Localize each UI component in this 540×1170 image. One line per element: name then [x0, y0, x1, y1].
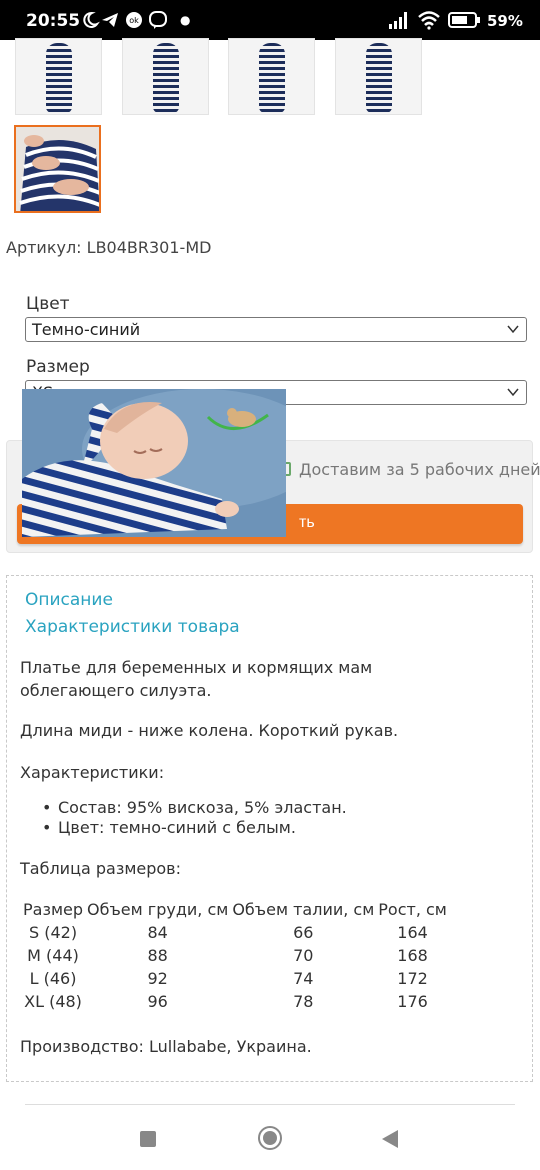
table-cell: 78 — [293, 992, 314, 1011]
table-cell: 176 — [397, 992, 428, 1011]
status-bar: 20:55 ok ● 59% — [0, 0, 540, 40]
description-paragraph-2: Длина миди - ниже колена. Короткий рукав… — [20, 721, 399, 740]
table-cell: 164 — [397, 923, 428, 942]
list-item: Цвет: темно-синий с белым. — [42, 818, 347, 838]
table-header: Объем груди, см — [87, 900, 229, 919]
tab-description[interactable]: Описание — [25, 590, 113, 610]
viber-icon — [149, 11, 167, 29]
table-cell: 88 — [147, 946, 168, 965]
table-cell: 84 — [147, 923, 168, 942]
production-info: Производство: Lullababe, Украина. — [20, 1037, 312, 1056]
chevron-down-icon — [507, 388, 519, 397]
signal-icon — [389, 12, 407, 29]
color-select[interactable]: Темно-синий — [25, 317, 527, 342]
table-cell: 74 — [293, 969, 314, 988]
product-thumbnail-3[interactable] — [228, 38, 315, 115]
description-paragraph-1: Платье для беременных и кормящих мам обл… — [20, 658, 373, 700]
table-row: M (44) 88 70 168 — [21, 944, 449, 967]
table-cell: S (42) — [28, 923, 78, 942]
telegram-icon — [102, 13, 118, 27]
sleeping-baby-image — [22, 389, 286, 537]
table-cell: 66 — [293, 923, 314, 942]
size-table: Размер Объем груди, см Объем талии, см Р… — [21, 898, 449, 1013]
size-label: Размер — [26, 357, 90, 377]
table-cell: 172 — [397, 969, 428, 988]
table-cell: 96 — [147, 992, 168, 1011]
table-header: Размер — [23, 900, 84, 919]
ok-icon: ok — [126, 12, 142, 28]
system-nav-bar — [0, 1108, 540, 1170]
table-cell: 70 — [293, 946, 314, 965]
product-thumbnail-5[interactable] — [14, 125, 101, 213]
characteristics-list: Состав: 95% вискоза, 5% эластан. Цвет: т… — [42, 798, 347, 838]
wifi-icon — [418, 11, 440, 30]
delivery-text: Доставим за 5 рабочих дней — [299, 460, 540, 479]
characteristics-heading: Характеристики: — [20, 763, 165, 782]
table-header: Объем талии, см — [232, 900, 375, 919]
table-cell: XL (48) — [24, 992, 82, 1011]
status-time: 20:55 — [26, 11, 81, 31]
table-cell: M (44) — [27, 946, 79, 965]
moon-icon — [83, 11, 100, 28]
more-notifications-icon: ● — [180, 13, 191, 27]
table-cell: L (46) — [29, 969, 77, 988]
product-thumbnail-1[interactable] — [15, 38, 102, 115]
promo-overlay-image[interactable] — [22, 389, 286, 537]
size-table-heading: Таблица размеров: — [20, 859, 181, 878]
back-icon[interactable] — [382, 1130, 398, 1148]
table-cell: 92 — [147, 969, 168, 988]
color-label: Цвет — [26, 294, 70, 314]
divider — [25, 1104, 515, 1105]
table-cell: 168 — [397, 946, 428, 965]
table-row: S (42) 84 66 164 — [21, 921, 449, 944]
product-thumbnail-2[interactable] — [122, 38, 209, 115]
striped-dress-image — [258, 43, 285, 113]
product-sku: Артикул: LB04BR301-MD — [6, 238, 212, 257]
striped-dress-image — [365, 43, 392, 113]
product-thumbnail-4[interactable] — [335, 38, 422, 115]
recent-apps-icon[interactable] — [140, 1131, 156, 1147]
table-header-row: Размер Объем груди, см Объем талии, см Р… — [21, 898, 449, 921]
battery-icon — [448, 12, 480, 28]
tab-characteristics[interactable]: Характеристики товара — [25, 617, 240, 637]
home-icon[interactable] — [258, 1126, 282, 1150]
svg-text:ok: ok — [129, 16, 139, 25]
chevron-down-icon — [507, 325, 519, 334]
table-row: XL (48) 96 78 176 — [21, 990, 449, 1013]
color-select-value: Темно-синий — [32, 320, 141, 339]
nursing-dress-closeup-image — [16, 127, 99, 211]
table-row: L (46) 92 74 172 — [21, 967, 449, 990]
table-header: Рост, см — [378, 900, 447, 919]
battery-percent: 59% — [487, 12, 523, 30]
buy-button-label: ть — [299, 514, 315, 531]
striped-dress-image — [152, 43, 179, 113]
striped-dress-image — [45, 43, 72, 113]
list-item: Состав: 95% вискоза, 5% эластан. — [42, 798, 347, 818]
